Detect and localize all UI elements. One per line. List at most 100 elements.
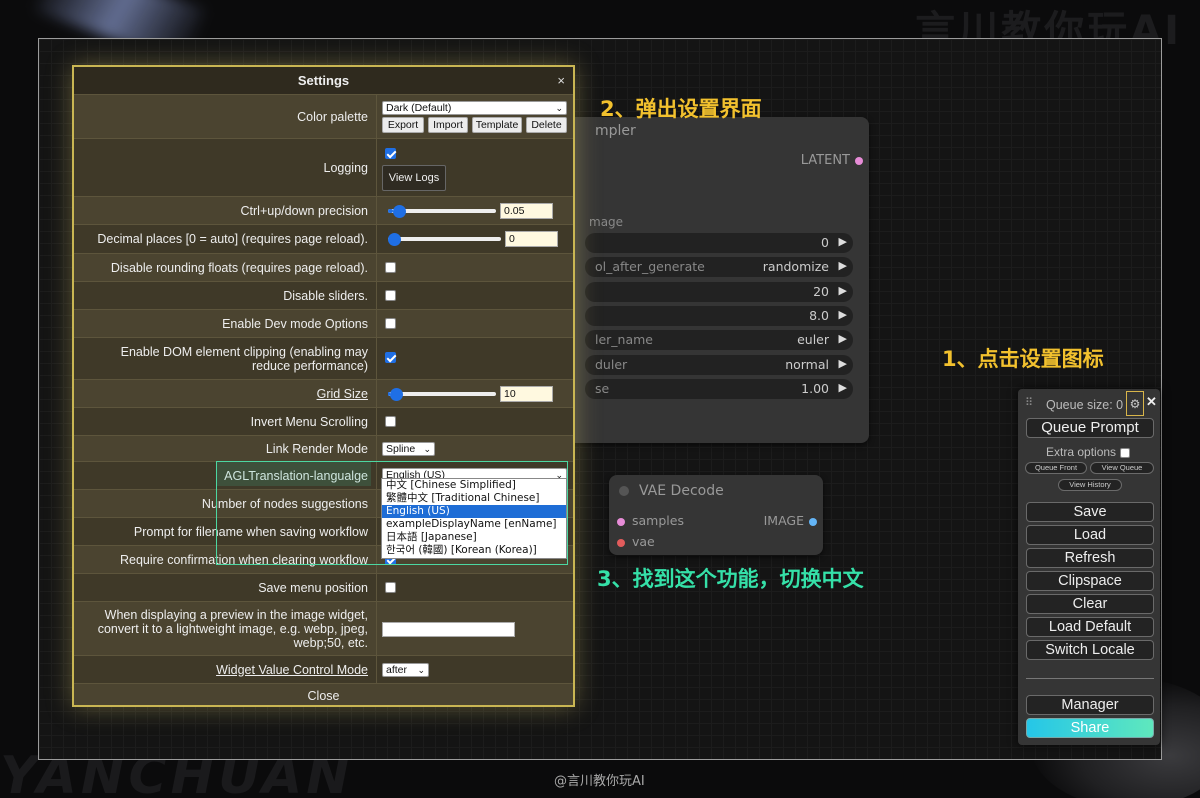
decimal-input[interactable]: 0 [505,231,558,247]
setting-dev-mode: Enable Dev mode Options [74,309,573,337]
close-icon[interactable]: × [557,67,565,94]
credit-text: @言川教你玩AI [554,774,645,789]
setting-label: Require confirmation when clearing workf… [74,546,377,573]
setting-precision: Ctrl+up/down precision 0.05 [74,196,573,224]
ksampler-widget-sampler[interactable]: ler_name euler ▶ [585,330,853,350]
setting-label: Number of nodes suggestions [74,490,377,517]
rounding-checkbox[interactable] [385,262,396,273]
widget-mode-label: Widget Value Control Mode [216,662,368,677]
language-dropdown-list[interactable]: 中文 [Chinese Simplified] 繁體中文 [Traditiona… [381,478,567,559]
language-option[interactable]: 한국어 (韓國) [Korean (Korea)] [382,544,566,557]
invert-menu-checkbox[interactable] [385,416,396,427]
widget-key: ol_after_generate [595,259,705,274]
widget-value: randomize [762,259,829,274]
arrow-right-icon[interactable]: ▶ [839,308,847,321]
vae-input-dot[interactable] [617,538,625,547]
collapse-dot-icon[interactable] [619,486,629,496]
refresh-button[interactable]: Refresh [1026,548,1154,568]
manager-button[interactable]: Manager [1026,695,1154,715]
slider-knob[interactable] [393,205,406,218]
export-button[interactable]: Export [382,117,424,133]
color-palette-select[interactable]: Dark (Default) ⌄ [382,101,567,115]
precision-slider[interactable]: 0.05 [382,197,573,224]
devmode-checkbox[interactable] [385,318,396,329]
delete-button[interactable]: Delete [526,117,567,133]
logging-checkbox[interactable] [385,148,396,159]
widget-key: duler [595,357,628,372]
ksampler-widget-steps[interactable]: 20 ▶ [585,282,853,302]
ksampler-widget-denoise[interactable]: se 1.00 ▶ [585,379,853,399]
switch-locale-button[interactable]: Switch Locale [1026,640,1154,660]
vae-input[interactable]: vae [617,534,655,549]
image-input-label: mage [589,215,624,229]
dom-clipping-checkbox[interactable] [385,352,396,363]
latent-output-dot[interactable] [855,156,863,165]
queue-panel: ⠿ Queue size: 0 ⚙ ✕ Queue Prompt Extra o… [1018,389,1160,745]
arrow-right-icon[interactable]: ▶ [839,381,847,394]
save-button[interactable]: Save [1026,502,1154,522]
select-value: Dark (Default) [386,102,452,114]
close-label: Close [307,689,340,703]
language-option[interactable]: 日本語 [Japanese] [382,531,566,544]
link-render-select[interactable]: Spline ⌄ [382,442,435,456]
slider-knob[interactable] [388,233,401,246]
ksampler-widget-control[interactable]: ol_after_generate randomize ▶ [585,257,853,277]
template-button[interactable]: Template [472,117,522,133]
load-button[interactable]: Load [1026,525,1154,545]
setting-grid-size: Grid Size 10 [74,379,573,407]
preview-format-input[interactable] [382,622,515,637]
grid-size-slider[interactable]: 10 [382,380,573,407]
share-button[interactable]: Share [1026,718,1154,738]
image-output[interactable]: IMAGE [764,513,817,528]
queue-size: Queue size: 0 [1046,398,1124,412]
setting-label: Enable DOM element clipping (enabling ma… [74,338,377,379]
ksampler-node[interactable]: mpler LATENT mage 0 ▶ ol_after_generate ra… [567,117,869,443]
queue-prompt-button[interactable]: Queue Prompt [1026,418,1154,438]
decimal-slider[interactable]: 0 [382,225,573,253]
extra-options-checkbox[interactable] [1120,447,1131,458]
load-default-button[interactable]: Load Default [1026,617,1154,637]
language-option[interactable]: 繁體中文 [Traditional Chinese] [382,492,566,505]
vae-decode-header: VAE Decode [619,483,724,499]
setting-label: Decimal places [0 = auto] (requires page… [74,225,377,253]
precision-input[interactable]: 0.05 [500,203,553,219]
ksampler-widget-seed[interactable]: 0 ▶ [585,233,853,253]
ksampler-widget-scheduler[interactable]: duler normal ▶ [585,355,853,375]
language-option[interactable]: 中文 [Chinese Simplified] [382,479,566,492]
language-option-selected[interactable]: English (US) [382,505,566,518]
widget-mode-select[interactable]: after ⌄ [382,663,429,677]
view-queue-button[interactable]: View Queue [1090,462,1154,474]
samples-input[interactable]: samples [617,513,684,528]
save-menu-checkbox[interactable] [385,582,396,593]
arrow-right-icon[interactable]: ▶ [839,259,847,272]
slider-knob[interactable] [390,388,403,401]
latent-output[interactable]: LATENT [801,153,863,168]
grid-size-label: Grid Size [316,386,368,401]
setting-logging: Logging View Logs [74,138,573,196]
import-button[interactable]: Import [428,117,468,133]
language-option[interactable]: exampleDisplayName [enName] [382,518,566,531]
clear-button[interactable]: Clear [1026,594,1154,614]
drag-handle-icon[interactable]: ⠿ [1025,396,1033,409]
arrow-right-icon[interactable]: ▶ [839,357,847,370]
arrow-right-icon[interactable]: ▶ [839,332,847,345]
queue-front-button[interactable]: Queue Front [1025,462,1087,474]
extra-options[interactable]: Extra options [1046,445,1131,459]
vae-decode-node[interactable]: VAE Decode samples vae IMAGE [609,475,823,555]
arrow-right-icon[interactable]: ▶ [839,284,847,297]
ksampler-widget-cfg[interactable]: 8.0 ▶ [585,306,853,326]
samples-input-dot[interactable] [617,517,625,526]
gear-icon[interactable]: ⚙ [1126,391,1144,416]
widget-value: 20 [813,284,829,299]
widget-value: 8.0 [809,308,829,323]
arrow-right-icon[interactable]: ▶ [839,235,847,248]
view-history-button[interactable]: View History [1058,479,1122,491]
grid-size-input[interactable]: 10 [500,386,553,402]
settings-close-button[interactable]: Close [74,683,573,707]
view-logs-button[interactable]: View Logs [382,165,446,191]
annotation-step-1: 1、点击设置图标 [942,347,1104,371]
sliders-checkbox[interactable] [385,290,396,301]
clipspace-button[interactable]: Clipspace [1026,571,1154,591]
close-icon[interactable]: ✕ [1146,394,1157,410]
image-output-dot[interactable] [809,517,817,526]
